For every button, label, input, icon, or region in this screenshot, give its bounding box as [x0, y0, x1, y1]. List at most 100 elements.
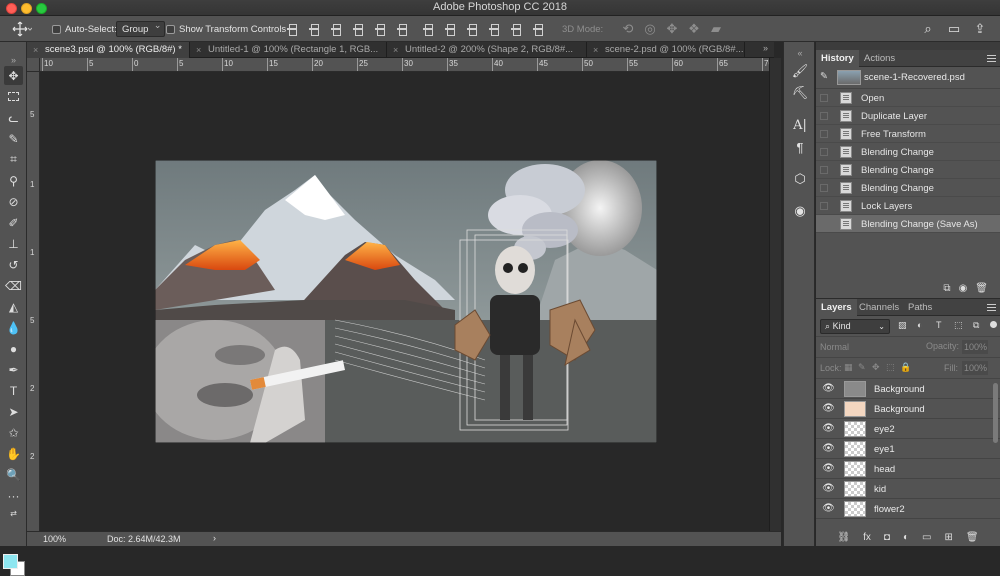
tab-actions[interactable]: Actions: [859, 50, 900, 67]
move-tool-icon[interactable]: ✥: [4, 66, 23, 85]
filter-shape-icon[interactable]: ⬚: [954, 320, 963, 331]
layers-scrollbar[interactable]: [993, 383, 998, 443]
history-source-checkbox[interactable]: [820, 130, 828, 138]
document-canvas[interactable]: [155, 160, 657, 443]
align-right-icon[interactable]: [396, 23, 408, 36]
filter-toggle-icon[interactable]: [990, 321, 997, 328]
layer-name[interactable]: flower2: [874, 504, 905, 515]
tab-scene-2[interactable]: × scene-2.psd @ 100% (RGB/8#...: [587, 42, 745, 58]
clone-stamp-tool-icon[interactable]: ⊥: [4, 234, 23, 253]
brushes-icon[interactable]: ⛏: [791, 84, 809, 102]
workspace-icon[interactable]: ▭: [946, 21, 962, 37]
lock-artboard-icon[interactable]: ⬚: [886, 362, 895, 373]
healing-brush-tool-icon[interactable]: ⊘: [4, 192, 23, 211]
3d-slide-icon[interactable]: ❖: [686, 21, 702, 37]
history-state[interactable]: Blending Change: [816, 179, 1000, 197]
tab-history[interactable]: History: [816, 50, 859, 67]
vertical-ruler[interactable]: 5 1 1 5 2 2: [27, 58, 40, 531]
collapse-panels-icon[interactable]: «: [791, 44, 809, 62]
blur-tool-icon[interactable]: 💧: [4, 318, 23, 337]
close-tab-icon[interactable]: ×: [593, 42, 598, 58]
lock-transparent-icon[interactable]: ▦: [844, 362, 853, 373]
layer-row[interactable]: 👁 eye1: [816, 439, 1000, 459]
history-source-checkbox[interactable]: [820, 94, 828, 102]
close-tab-icon[interactable]: ×: [33, 42, 38, 58]
3d-scale-icon[interactable]: ▰: [708, 21, 724, 37]
vertical-scrollbar[interactable]: [769, 58, 781, 531]
3d-roll-icon[interactable]: ◎: [642, 21, 658, 37]
history-source-checkbox[interactable]: [820, 202, 828, 210]
crop-tool-icon[interactable]: ⌗: [4, 150, 23, 169]
tab-scene3[interactable]: × scene3.psd @ 100% (RGB/8#) *: [27, 42, 190, 58]
align-top-icon[interactable]: [286, 23, 298, 36]
3d-panel-icon[interactable]: ⬡: [791, 170, 809, 188]
layer-row[interactable]: 👁 kid: [816, 479, 1000, 499]
visibility-eye-icon[interactable]: 👁: [822, 383, 835, 395]
brush-settings-icon[interactable]: 🖌: [791, 62, 809, 80]
character-panel-icon[interactable]: A|: [791, 116, 809, 134]
visibility-eye-icon[interactable]: 👁: [822, 443, 835, 455]
close-tab-icon[interactable]: ×: [393, 42, 398, 58]
add-mask-icon[interactable]: ◘: [884, 532, 890, 543]
link-layers-icon[interactable]: ⛓: [837, 532, 850, 543]
history-source-checkbox[interactable]: [820, 112, 828, 120]
blend-mode-dropdown[interactable]: Normal: [820, 340, 920, 355]
lock-position-icon[interactable]: ✥: [872, 362, 880, 373]
adjustment-layer-icon[interactable]: ◐: [903, 532, 909, 543]
filter-type-icon[interactable]: T: [936, 320, 942, 330]
delete-state-icon[interactable]: 🗑: [975, 283, 988, 294]
paragraph-panel-icon[interactable]: ¶: [791, 138, 809, 156]
layers-panel-menu-icon[interactable]: [987, 304, 996, 311]
lock-all-icon[interactable]: 🔒: [900, 362, 911, 373]
libraries-icon[interactable]: ◉: [791, 202, 809, 220]
history-state[interactable]: Open: [816, 89, 1000, 107]
tab-layers[interactable]: Layers: [816, 299, 857, 316]
history-brush-tool-icon[interactable]: ↺: [4, 255, 23, 274]
layer-row[interactable]: 👁 head: [816, 459, 1000, 479]
visibility-eye-icon[interactable]: 👁: [822, 423, 835, 435]
tab-channels[interactable]: Channels: [854, 299, 904, 316]
filter-smart-object-icon[interactable]: ⧉: [973, 320, 979, 331]
layer-name[interactable]: eye2: [874, 424, 895, 435]
align-vcenter-icon[interactable]: [308, 23, 320, 36]
layer-style-icon[interactable]: fx: [863, 532, 871, 543]
move-tool-preset-icon[interactable]: [12, 20, 32, 38]
history-state[interactable]: Duplicate Layer: [816, 107, 1000, 125]
dodge-tool-icon[interactable]: ●: [4, 339, 23, 358]
layer-row[interactable]: 👁 Background: [816, 399, 1000, 419]
visibility-eye-icon[interactable]: 👁: [822, 463, 835, 475]
edit-toolbar-icon[interactable]: ···: [4, 486, 23, 505]
visibility-eye-icon[interactable]: 👁: [822, 403, 835, 415]
share-icon[interactable]: ⇪: [972, 21, 988, 37]
visibility-eye-icon[interactable]: 👁: [822, 503, 835, 515]
layer-name[interactable]: Background: [874, 384, 925, 395]
new-group-icon[interactable]: ▭: [922, 532, 931, 543]
history-state[interactable]: Blending Change (Save As): [816, 215, 1000, 233]
gradient-tool-icon[interactable]: ◭: [4, 297, 23, 316]
history-state[interactable]: Blending Change: [816, 143, 1000, 161]
panel-grip[interactable]: [816, 42, 1000, 50]
filter-adjustment-icon[interactable]: ◐: [917, 320, 922, 330]
new-document-from-state-icon[interactable]: ⧉: [943, 283, 950, 294]
pen-tool-icon[interactable]: ✒: [4, 360, 23, 379]
new-layer-icon[interactable]: ⊞: [944, 532, 952, 543]
auto-select-dropdown[interactable]: Group: [116, 20, 166, 38]
filter-kind-dropdown[interactable]: ⌕ Kind ⌄: [820, 319, 890, 334]
distribute-hcenter-icon[interactable]: [510, 23, 522, 36]
align-hcenter-icon[interactable]: [374, 23, 386, 36]
layer-name[interactable]: head: [874, 464, 895, 475]
layer-name[interactable]: Background: [874, 404, 925, 415]
history-source-checkbox[interactable]: [820, 148, 828, 156]
history-state[interactable]: Blending Change: [816, 161, 1000, 179]
align-bottom-icon[interactable]: [330, 23, 342, 36]
shape-tool-icon[interactable]: ✩: [4, 423, 23, 442]
delete-layer-icon[interactable]: 🗑: [966, 532, 979, 543]
status-menu-arrow[interactable]: ›: [213, 533, 216, 543]
distribute-right-icon[interactable]: [532, 23, 544, 36]
quick-select-tool-icon[interactable]: ✎: [4, 129, 23, 148]
distribute-bottom-icon[interactable]: [466, 23, 478, 36]
fill-field[interactable]: 100%: [962, 361, 988, 375]
history-source-checkbox[interactable]: [820, 220, 828, 228]
history-state[interactable]: Lock Layers: [816, 197, 1000, 215]
swap-colors-icon[interactable]: ⇄: [4, 504, 23, 523]
